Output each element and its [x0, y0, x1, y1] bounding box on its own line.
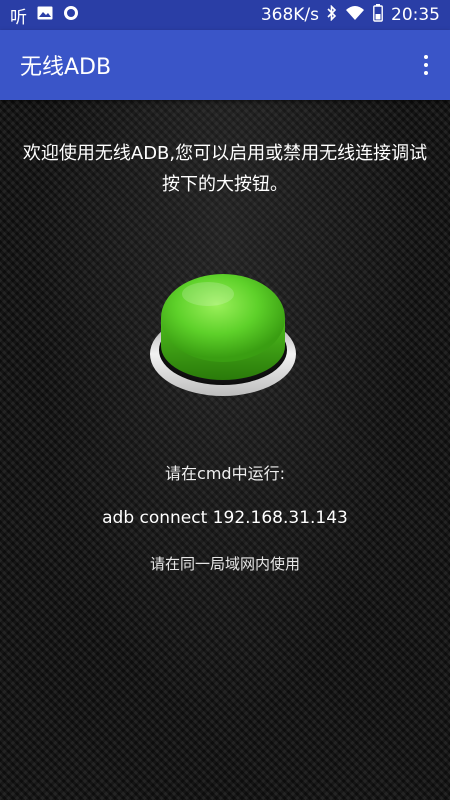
- lan-hint: 请在同一局域网内使用: [149, 555, 300, 573]
- cmd-hint: 请在cmd中运行:: [165, 464, 285, 483]
- battery-icon: [373, 3, 383, 27]
- status-left: 听: [10, 3, 79, 28]
- bluetooth-icon: [327, 4, 337, 26]
- status-app-label: 听: [10, 7, 27, 28]
- app-bar: 无线ADB: [0, 30, 450, 100]
- more-vert-icon[interactable]: [414, 45, 438, 85]
- status-right: 368K/s 20:35: [260, 3, 440, 27]
- toggle-adb-button[interactable]: [148, 258, 298, 408]
- network-speed: 368K/s: [260, 5, 319, 25]
- clock: 20:35: [391, 5, 440, 25]
- status-bar: 听 368K/s 20:35: [0, 0, 450, 30]
- record-icon: [63, 5, 79, 26]
- wifi-icon: [345, 5, 365, 26]
- welcome-text: 欢迎使用无线ADB,您可以启用或禁用无线连接调试按下的大按钮。: [22, 143, 428, 195]
- image-icon: [37, 5, 53, 25]
- screen: 听 368K/s 20:35 无线ADB 欢迎使用无线ADB,您可以启用或禁用无…: [0, 0, 450, 800]
- app-title: 无线ADB: [20, 55, 112, 80]
- adb-command: adb connect 192.168.31.143: [102, 508, 348, 528]
